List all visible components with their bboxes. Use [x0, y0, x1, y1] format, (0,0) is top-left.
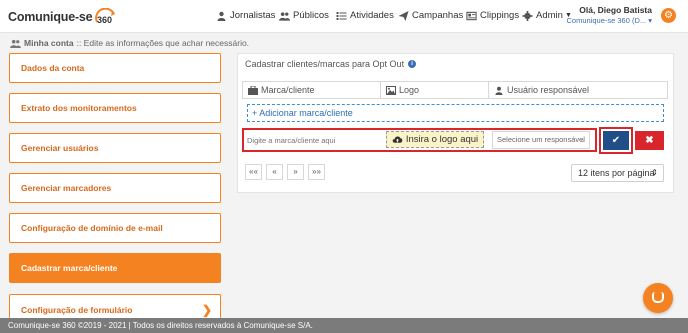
settings-gear-icon[interactable]: ⚙	[661, 8, 676, 23]
upload-logo-button[interactable]: Insira o logo aqui	[386, 131, 484, 148]
new-brand-row: Insira o logo aqui Selecione um responsá…	[242, 128, 597, 152]
chevron-down-icon: ⌄	[579, 135, 586, 144]
sidebar-item-label: Dados da conta	[21, 63, 85, 73]
breadcrumb-description: :: Edite as informações que achar necess…	[76, 38, 250, 48]
brand-name-input[interactable]	[247, 133, 381, 147]
sidebar-item-label: Gerenciar marcadores	[21, 183, 112, 193]
items-per-page-select[interactable]: 12 itens por página ⇕	[571, 164, 664, 182]
sidebar-item-formulario[interactable]: Configuração de formulário ❯	[9, 294, 221, 319]
top-navbar: Comunique-se 360 Jornalistas Públicos At…	[0, 0, 688, 33]
column-header-label: Usuário responsável	[507, 85, 590, 95]
gear-icon	[522, 10, 533, 21]
user-menu[interactable]: Olá, Diego Batista Comunique-se 360 (D..…	[567, 5, 652, 25]
close-icon: ✖	[645, 135, 654, 146]
nav-label: Admin	[536, 10, 563, 21]
nav-label: Atividades	[350, 10, 394, 21]
brand-360-badge: 360	[94, 8, 116, 26]
info-icon[interactable]: i	[408, 60, 417, 68]
breadcrumb: Minha conta :: Edite as informações que …	[10, 38, 249, 48]
nav-label: Jornalistas	[230, 10, 276, 21]
brand-logo[interactable]: Comunique-se 360	[8, 6, 116, 28]
cancel-button[interactable]: ✖	[635, 131, 664, 150]
pagination: «« « » »»	[245, 164, 329, 180]
brand-register-panel: Cadastrar clientes/marcas para Opt Out i…	[237, 53, 674, 193]
breadcrumb-title: Minha conta	[24, 38, 74, 48]
sidebar-item-label: Cadastrar marca/cliente	[21, 263, 118, 273]
user-greeting: Olá, Diego Batista	[579, 5, 652, 15]
chevron-updown-icon: ⇕	[651, 168, 658, 177]
sidebar-item-label: Extrato dos monitoramentos	[21, 103, 137, 113]
send-icon	[398, 10, 409, 21]
sidebar-item-label: Gerenciar usuários	[21, 143, 99, 153]
items-per-page-value: 12 itens por página	[578, 168, 655, 178]
table-header: Marca/cliente Logo Usuário responsável	[242, 81, 668, 99]
responsible-select-value: Selecione um responsável	[497, 135, 585, 144]
column-header-logo[interactable]: Logo	[381, 82, 489, 98]
pager-first-button[interactable]: ««	[245, 164, 262, 180]
sidebar-item-usuarios[interactable]: Gerenciar usuários	[9, 133, 221, 163]
column-header-label: Marca/cliente	[261, 85, 315, 95]
briefcase-icon	[248, 85, 258, 95]
nav-label: Campanhas	[412, 10, 464, 21]
footer: Comunique-se 360 ©2019 - 2021 | Todos os…	[0, 318, 688, 333]
sidebar-item-label: Configuração de domínio de e-mail	[21, 223, 163, 233]
user-icon	[217, 11, 226, 21]
panel-title: Cadastrar clientes/marcas para Opt Out i	[245, 59, 417, 69]
user-org: Comunique-se 360 (D... ▾	[566, 16, 652, 25]
nav-jornalistas[interactable]: Jornalistas	[216, 10, 275, 21]
sidebar-item-dados-da-conta[interactable]: Dados da conta	[9, 53, 221, 83]
brand-number: 360	[97, 15, 112, 25]
chat-icon[interactable]	[643, 283, 673, 313]
column-header-responsible[interactable]: Usuário responsável	[489, 82, 667, 98]
nav-admin[interactable]: Admin ▼	[522, 10, 572, 21]
confirm-button[interactable]: ✔	[603, 131, 629, 150]
check-icon: ✔	[611, 135, 621, 146]
upload-logo-label: Insira o logo aqui	[405, 134, 479, 145]
sidebar-item-label: Configuração de formulário	[21, 305, 133, 315]
responsible-select[interactable]: Selecione um responsável ⌄	[492, 131, 590, 149]
nav-campanhas[interactable]: Campanhas	[398, 10, 463, 21]
nav-label: Públicos	[293, 10, 329, 21]
brand-name: Comunique-se	[8, 10, 93, 24]
column-header-label: Logo	[399, 85, 420, 95]
image-icon	[386, 85, 396, 95]
pager-next-button[interactable]: »	[287, 164, 304, 180]
pager-last-button[interactable]: »»	[308, 164, 325, 180]
sidebar-item-cadastrar-marca[interactable]: Cadastrar marca/cliente	[9, 253, 221, 283]
column-header-brand[interactable]: Marca/cliente	[243, 82, 381, 98]
list-icon	[336, 11, 347, 20]
add-brand-button[interactable]: + Adicionar marca/cliente	[247, 104, 664, 122]
user-icon	[495, 86, 503, 95]
nav-publicos[interactable]: Públicos	[279, 10, 329, 21]
newspaper-icon	[466, 11, 477, 20]
nav-atividades[interactable]: Atividades	[336, 10, 394, 21]
nav-label: Clippings	[480, 10, 520, 21]
pager-prev-button[interactable]: «	[266, 164, 283, 180]
users-icon	[279, 11, 290, 21]
user-org-label: Comunique-se 360 (D...	[566, 16, 647, 25]
cloud-upload-icon	[392, 136, 403, 143]
panel-title-text: Cadastrar clientes/marcas para Opt Out	[245, 59, 405, 69]
confirm-highlight: ✔	[599, 127, 633, 154]
nav-clippings[interactable]: Clippings	[466, 10, 519, 21]
users-icon	[10, 39, 21, 48]
sidebar-item-dominio-email[interactable]: Configuração de domínio de e-mail	[9, 213, 221, 243]
sidebar-item-marcadores[interactable]: Gerenciar marcadores	[9, 173, 221, 203]
sidebar-item-extrato[interactable]: Extrato dos monitoramentos	[9, 93, 221, 123]
